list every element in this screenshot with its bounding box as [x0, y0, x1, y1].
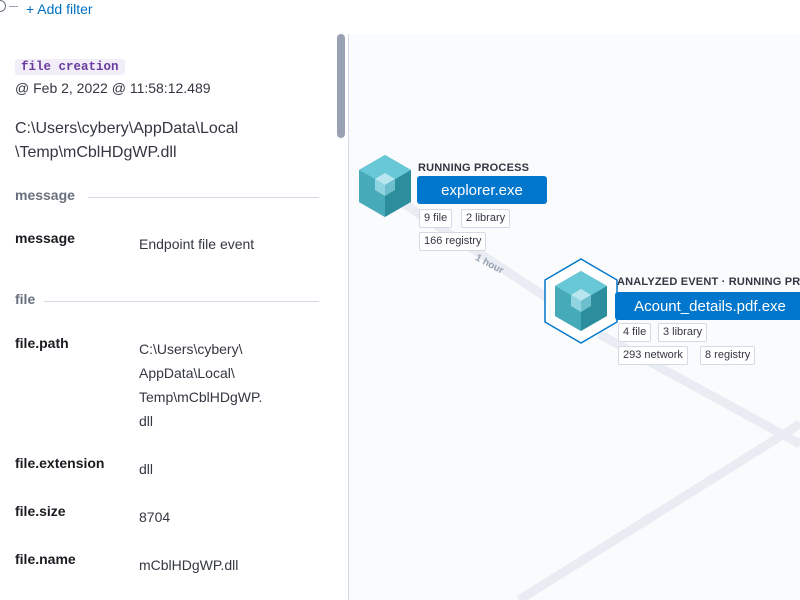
related-events-chip[interactable]: 9 file	[419, 209, 453, 228]
node-type-label: RUNNING PROCESS	[418, 162, 530, 174]
section-divider	[88, 197, 319, 198]
event-timestamp: @ Feb 2, 2022 @ 11:58:12.489	[15, 80, 211, 96]
node-type-label: ANALYZED EVENT · RUNNING PROC	[617, 276, 800, 288]
field-key: file.size	[15, 503, 66, 519]
field-value: Endpoint file event	[139, 236, 255, 252]
event-path-title: C:\Users\cybery\AppData\Local \Temp\mCbl…	[15, 117, 315, 165]
process-node-button[interactable]: Acount_details.pdf.exe	[615, 292, 800, 320]
section-header-file: file	[15, 291, 319, 307]
field-key: file.name	[15, 551, 76, 567]
add-filter-button[interactable]: + Add filter	[26, 1, 93, 17]
process-node-button[interactable]: explorer.exe	[417, 176, 547, 204]
field-key: file.extension	[15, 455, 105, 471]
field-value: mCblHDgWP.dll	[139, 557, 239, 573]
field-value-line: dll	[139, 413, 154, 429]
filter-bar: + Add filter	[0, 0, 800, 34]
section-label: file	[15, 291, 36, 307]
detail-scrollbar[interactable]	[337, 34, 345, 138]
field-value: dll	[139, 461, 154, 477]
field-value-line: AppData\Local\	[139, 365, 235, 381]
related-events-chip[interactable]: 3 library	[658, 323, 708, 342]
field-key: message	[15, 230, 75, 246]
filter-menu-icon[interactable]	[0, 0, 6, 12]
related-events-chip[interactable]: 2 library	[461, 209, 511, 228]
related-events-chip[interactable]: 8 registry	[700, 346, 756, 365]
related-events-chip[interactable]: 4 file	[618, 323, 652, 342]
field-value-line: Temp\mCblHDgWP.	[139, 389, 263, 405]
field-key: file.path	[15, 335, 69, 351]
filter-divider	[9, 6, 18, 7]
field-value: 8704	[139, 509, 171, 525]
related-events-chip[interactable]: 166 registry	[419, 232, 487, 251]
event-path-line: \Temp\mCblHDgWP.dll	[15, 144, 177, 161]
section-header-message: message	[15, 187, 319, 203]
section-divider	[44, 301, 319, 302]
graph-edge	[516, 420, 800, 600]
field-value-line: C:\Users\cybery\	[139, 341, 243, 357]
related-events-chip[interactable]: 293 network	[618, 346, 688, 365]
event-path-line: C:\Users\cybery\AppData\Local	[15, 120, 239, 137]
field-value-multiline: C:\Users\cybery\ AppData\Local\ Temp\mCb…	[139, 337, 262, 433]
process-graph[interactable]: 1 hour RUNNING PROCESS explorer.exe 9 fi…	[349, 34, 800, 600]
section-label: message	[15, 187, 75, 203]
event-category-badge: file creation	[15, 59, 125, 75]
